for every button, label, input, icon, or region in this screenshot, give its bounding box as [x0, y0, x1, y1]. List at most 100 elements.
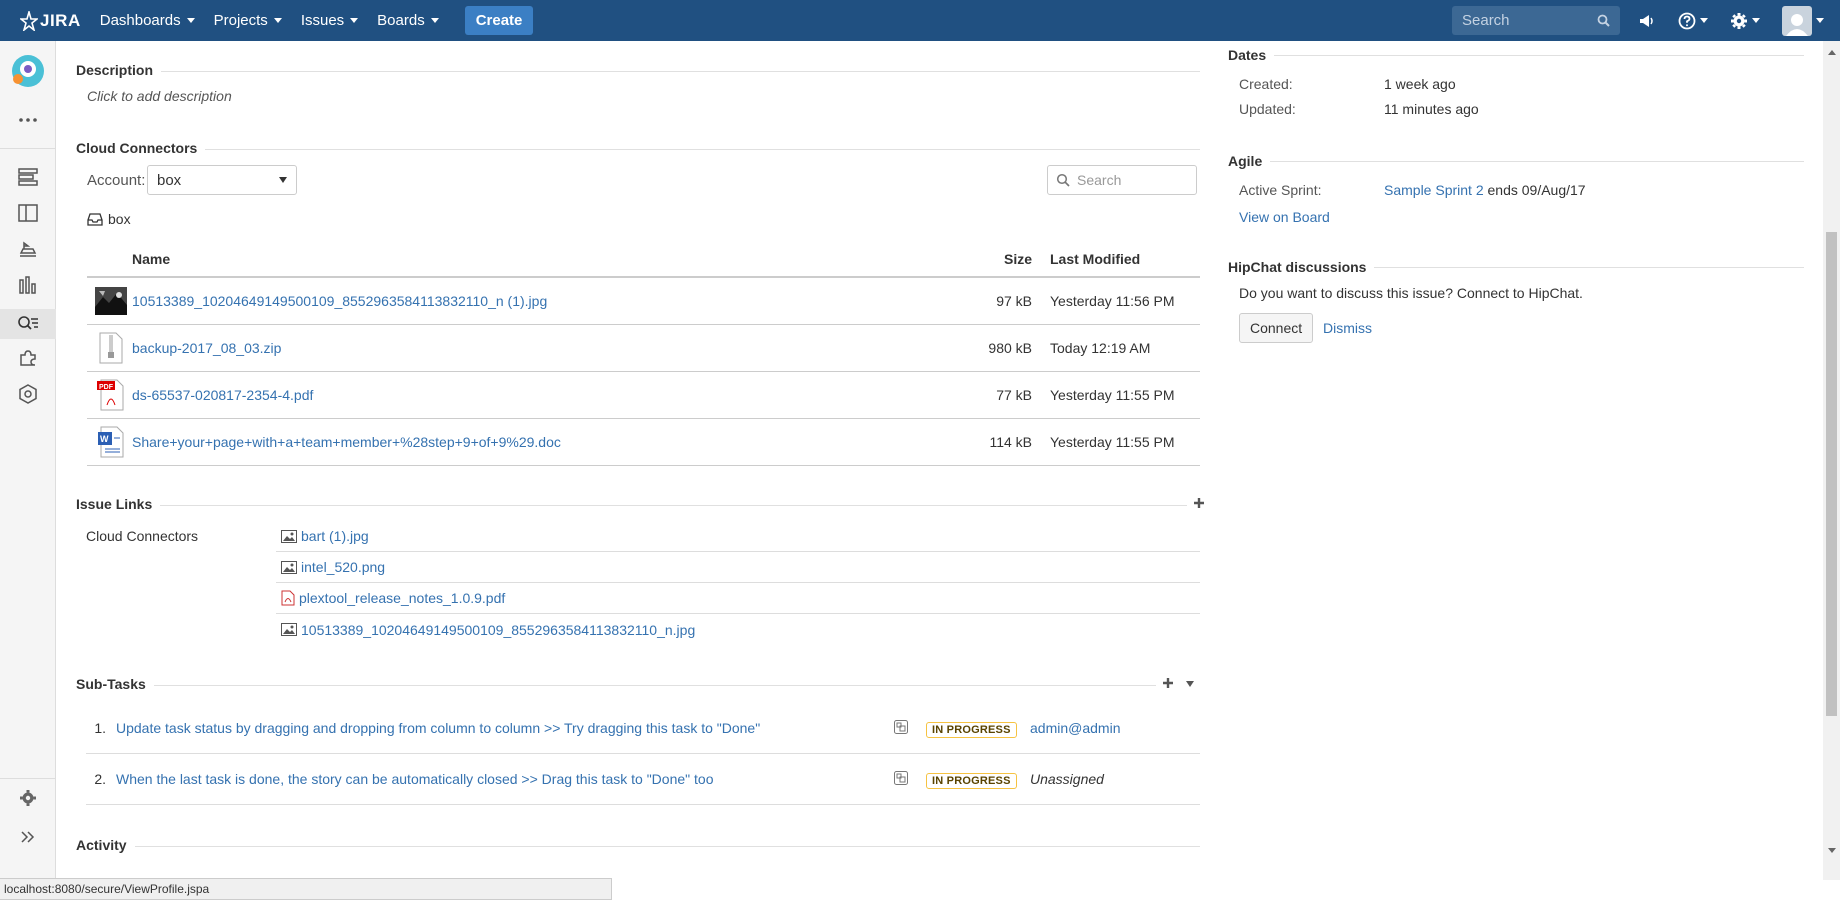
image-thumb-icon — [95, 285, 127, 317]
view-on-board-link[interactable]: View on Board — [1239, 209, 1330, 225]
subtask-number: 2. — [94, 771, 106, 787]
chevron-down-icon — [273, 18, 282, 23]
subtask-row[interactable]: 2. When the last task is done, the story… — [86, 754, 1200, 805]
table-row[interactable]: PDF ds-65537-020817-2354-4.pdf 77 kB Yes… — [87, 371, 1200, 419]
image-icon — [281, 529, 297, 543]
updated-value: 11 minutes ago — [1384, 101, 1479, 117]
file-link[interactable]: backup-2017_08_03.zip — [132, 340, 281, 356]
word-file-icon: W — [95, 426, 127, 458]
gear-icon — [1731, 12, 1747, 29]
subtask-summary[interactable]: Update task status by dragging and dropp… — [116, 720, 894, 736]
dismiss-link[interactable]: Dismiss — [1323, 320, 1372, 336]
issue-link[interactable]: intel_520.png — [301, 559, 385, 575]
admin-settings-button[interactable] — [1730, 12, 1760, 30]
scrollbar-thumb[interactable] — [1826, 232, 1837, 716]
nav-boards[interactable]: Boards — [377, 12, 439, 29]
account-select-value: box — [157, 171, 182, 189]
description-placeholder[interactable]: Click to add description — [87, 88, 232, 104]
issue-link[interactable]: 10513389_10204649149500109_8552963584113… — [301, 622, 695, 638]
nav-dashboards[interactable]: Dashboards — [100, 12, 195, 29]
modified-column-header[interactable]: Last Modified — [1050, 241, 1200, 278]
list-item[interactable]: intel_520.png — [276, 552, 1200, 583]
reports-icon[interactable] — [16, 273, 40, 297]
nav-projects-label: Projects — [213, 12, 268, 29]
subtask-number: 1. — [94, 720, 106, 736]
global-search-input[interactable]: Search — [1452, 6, 1620, 35]
account-select[interactable]: box — [147, 165, 297, 195]
zip-file-icon — [95, 332, 127, 364]
sidebar-settings-gear-icon[interactable] — [16, 786, 40, 810]
section-divider — [76, 149, 1200, 150]
status-badge[interactable]: IN PROGRESS — [926, 773, 1017, 789]
chevron-down-icon — [1700, 18, 1708, 23]
nav-projects[interactable]: Projects — [214, 12, 282, 29]
more-options-icon[interactable] — [16, 108, 40, 132]
plus-icon — [1194, 498, 1204, 508]
help-button[interactable] — [1678, 12, 1708, 30]
chevron-down-icon — [1816, 18, 1824, 23]
file-link[interactable]: ds-65537-020817-2354-4.pdf — [132, 387, 313, 403]
list-item[interactable]: bart (1).jpg — [276, 521, 1200, 552]
subtask-assignee[interactable]: admin@admin — [1030, 720, 1120, 736]
connect-button[interactable]: Connect — [1239, 313, 1314, 343]
issues-search-icon[interactable] — [0, 309, 56, 339]
subtask-options-dropdown-icon[interactable] — [1186, 681, 1194, 687]
issue-link[interactable]: plextool_release_notes_1.0.9.pdf — [299, 590, 505, 606]
plus-icon — [1163, 678, 1173, 688]
components-puzzle-icon[interactable] — [16, 346, 40, 370]
expand-sidebar-icon[interactable] — [16, 825, 40, 849]
file-modified: Yesterday 11:55 PM — [1050, 418, 1200, 466]
status-badge[interactable]: IN PROGRESS — [926, 722, 1017, 738]
releases-icon[interactable] — [16, 237, 40, 261]
chevron-down-icon — [1752, 18, 1760, 23]
issue-link[interactable]: bart (1).jpg — [301, 528, 369, 544]
list-item[interactable]: 10513389_10204649149500109_8552963584113… — [276, 614, 1200, 645]
add-subtask-button[interactable] — [1162, 676, 1174, 692]
pdf-icon — [281, 590, 295, 606]
list-item[interactable]: plextool_release_notes_1.0.9.pdf — [276, 583, 1200, 614]
sidebar-divider — [0, 148, 56, 149]
create-button[interactable]: Create — [464, 6, 534, 35]
cloud-connectors-heading: Cloud Connectors — [76, 140, 206, 156]
project-avatar[interactable] — [10, 53, 46, 89]
issue-links-heading: Issue Links — [76, 496, 161, 512]
subtask-assignee: Unassigned — [1030, 771, 1104, 787]
file-link[interactable]: 10513389_10204649149500109_8552963584113… — [132, 293, 547, 309]
image-icon — [281, 560, 297, 574]
cloud-files-table: Name Size Last Modified 10513389_1020464… — [87, 241, 1200, 466]
megaphone-icon — [1640, 14, 1653, 27]
project-settings-hex-icon[interactable] — [16, 382, 40, 406]
size-column-header[interactable]: Size — [910, 241, 1050, 278]
nav-issues[interactable]: Issues — [301, 12, 359, 29]
folder-breadcrumb[interactable]: box — [87, 211, 131, 227]
subtask-summary[interactable]: When the last task is done, the story ca… — [116, 771, 894, 787]
scroll-down-arrow-icon[interactable] — [1827, 843, 1837, 859]
scroll-up-arrow-icon[interactable] — [1827, 44, 1837, 60]
backlog-icon[interactable] — [16, 165, 40, 189]
notifications-button[interactable] — [1638, 13, 1656, 29]
image-icon — [281, 623, 297, 636]
add-issue-link-button[interactable] — [1187, 496, 1205, 512]
table-row[interactable]: 10513389_10204649149500109_8552963584113… — [87, 277, 1200, 325]
table-row[interactable]: W Share+your+page+with+a+team+member+%28… — [87, 418, 1200, 466]
cc-search-placeholder: Search — [1077, 172, 1122, 188]
section-divider — [76, 846, 1200, 847]
subtask-row[interactable]: 1. Update task status by dragging and dr… — [86, 703, 1200, 754]
project-avatar-icon — [12, 55, 44, 87]
created-value: 1 week ago — [1384, 76, 1456, 92]
sprint-end-date: ends 09/Aug/17 — [1487, 182, 1586, 198]
project-sidebar — [0, 41, 56, 880]
user-profile-button[interactable] — [1782, 5, 1824, 36]
file-link[interactable]: Share+your+page+with+a+team+member+%28st… — [132, 434, 561, 450]
description-heading: Description — [76, 62, 162, 78]
sprint-link[interactable]: Sample Sprint 2 — [1384, 182, 1484, 198]
name-column-header[interactable]: Name — [132, 241, 910, 278]
file-modified: Yesterday 11:55 PM — [1050, 371, 1200, 419]
table-row[interactable]: backup-2017_08_03.zip 980 kB Today 12:19… — [87, 324, 1200, 372]
section-divider — [76, 505, 1200, 506]
agile-heading: Agile — [1228, 153, 1271, 169]
active-sprints-icon[interactable] — [16, 201, 40, 225]
jira-logo[interactable]: JIRA — [20, 10, 81, 31]
hipchat-prompt: Do you want to discuss this issue? Conne… — [1239, 285, 1583, 301]
cloud-connectors-search-input[interactable]: Search — [1047, 165, 1197, 195]
